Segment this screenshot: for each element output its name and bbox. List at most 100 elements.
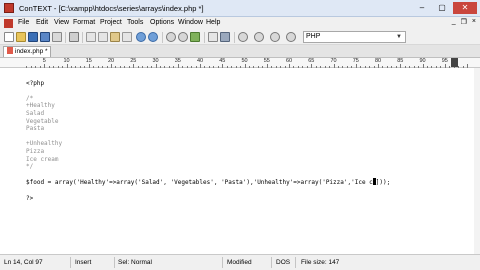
modified-indicator: Modified (227, 259, 252, 266)
ruler-label: 75 (352, 58, 359, 64)
window-title: ConTEXT - [C:\xampp\htdocs\series\arrays… (19, 4, 204, 13)
file-tab-bar: index.php * (0, 45, 480, 58)
toolbar-separator (162, 32, 163, 43)
open-icon[interactable] (16, 32, 26, 42)
run-icon-3[interactable] (270, 32, 280, 42)
toolbar: PHP ▼ (0, 30, 480, 45)
code-line-4: +Healthy (26, 102, 55, 110)
ruler-cursor-marker (450, 58, 458, 67)
highlighter-select[interactable]: PHP ▼ (303, 31, 406, 43)
ruler-label: 30 (152, 58, 159, 64)
code-line-5: Salad (26, 109, 45, 117)
ruler-label: 25 (130, 58, 137, 64)
file-size: File size: 147 (301, 259, 340, 266)
cut-icon[interactable] (86, 32, 96, 42)
code-line-7: Pasta (26, 125, 45, 133)
menu-project[interactable]: Project (100, 19, 122, 26)
paste-icon[interactable] (110, 32, 120, 42)
ruler-scale: 5 10 15 20 25 30 35 40 45 50 55 60 65 70 75 80 85 90 95 (22, 58, 476, 68)
run-icon-2[interactable] (254, 32, 264, 42)
toolbar-separator (204, 32, 205, 43)
menu-window[interactable]: Window (178, 19, 203, 26)
ruler-label: 60 (285, 58, 293, 64)
minimize-window-button[interactable]: – (413, 2, 431, 14)
status-bar: Ln 14, Col 97 Insert Sel: Normal Modifie… (0, 254, 480, 270)
tab-label: index.php * (15, 48, 48, 55)
code-line-11: Ice cream (26, 155, 59, 163)
save-all-icon[interactable] (40, 32, 50, 42)
app-icon[interactable] (4, 3, 14, 13)
ruler-label: 5 (42, 58, 46, 64)
document-icon[interactable] (4, 19, 13, 28)
tab-index-php[interactable]: index.php * (3, 46, 51, 57)
status-separator (114, 257, 115, 268)
status-separator (295, 257, 296, 268)
ruler-label: 40 (196, 58, 204, 64)
code-line-14-tail: ])); (375, 179, 391, 187)
delete-icon[interactable] (122, 32, 132, 42)
status-separator (222, 257, 223, 268)
toolbar-separator (234, 32, 235, 43)
ruler-label: 80 (374, 58, 382, 64)
menu-options[interactable]: Options (150, 19, 174, 26)
new-file-icon[interactable] (4, 32, 14, 42)
replace-icon[interactable] (190, 32, 200, 42)
insert-mode[interactable]: Insert (75, 259, 91, 266)
ruler-label: 85 (397, 58, 404, 64)
undo-icon[interactable] (136, 32, 146, 42)
toolbar-separator (65, 32, 66, 43)
ruler-label: 65 (308, 58, 315, 64)
ruler-label: 35 (174, 58, 181, 64)
code-editor[interactable]: <?php /* +Healthy Salad Vegetable Pasta +Unh… (0, 68, 480, 254)
run-icon-4[interactable] (286, 32, 296, 42)
vertical-scrollbar[interactable] (474, 68, 480, 254)
menu-tools[interactable]: Tools (127, 19, 143, 26)
code-line-1: <?php (26, 79, 45, 87)
find-icon[interactable] (166, 32, 176, 42)
code-line-14-text: $food = array('Healthy'=>array('Salad', … (26, 179, 373, 187)
code-line-14: $food = array('Healthy'=>array('Salad', … (26, 178, 476, 187)
line-ending-format: DOS (276, 259, 291, 266)
copy-icon[interactable] (98, 32, 108, 42)
redo-icon[interactable] (148, 32, 158, 42)
settings-icon[interactable] (220, 32, 230, 42)
menu-format[interactable]: Format (73, 19, 95, 26)
selection-mode[interactable]: Sel: Normal (118, 259, 152, 266)
ruler-label: 15 (85, 58, 92, 64)
code-area[interactable]: <?php /* +Healthy Salad Vegetable Pasta +Unh… (26, 72, 476, 217)
menu-help[interactable]: Help (206, 19, 220, 26)
code-line-12: */ (26, 163, 34, 171)
find-next-icon[interactable] (178, 32, 188, 42)
window-controls: – ▢ ✕ (413, 2, 477, 14)
code-line-16: ?> (26, 194, 34, 202)
print-icon[interactable] (69, 32, 79, 42)
restore-document-button[interactable]: ❐ (461, 18, 467, 26)
menu-view[interactable]: View (54, 19, 69, 26)
ruler-label: 45 (219, 58, 226, 64)
ruler-label: 95 (441, 58, 448, 64)
ruler-label: 90 (419, 58, 426, 64)
menu-edit[interactable]: Edit (36, 19, 48, 26)
status-separator (70, 257, 71, 268)
minimize-document-button[interactable]: _ (452, 18, 456, 26)
word-wrap-icon[interactable] (208, 32, 218, 42)
maximize-window-button[interactable]: ▢ (433, 2, 451, 14)
run-icon-1[interactable] (238, 32, 248, 42)
column-ruler: 5 10 15 20 25 30 35 40 45 50 55 60 65 70 75 80 85 90 95 (0, 58, 480, 68)
highlighter-value: PHP (306, 33, 321, 40)
menu-bar: File Edit View Format Project Tools Opti… (0, 17, 480, 30)
close-file-icon[interactable] (52, 32, 62, 42)
save-icon[interactable] (28, 32, 38, 42)
close-window-button[interactable]: ✕ (453, 2, 477, 14)
ruler-label: 10 (63, 58, 70, 64)
close-document-button[interactable]: × (472, 18, 476, 26)
menu-file[interactable]: File (18, 19, 29, 26)
ruler-label: 70 (330, 58, 337, 64)
code-line-9: +Unhealthy (26, 140, 63, 148)
ruler-label: 50 (241, 58, 248, 64)
code-line-10: Pizza (26, 147, 45, 155)
cursor-position: Ln 14, Col 97 (4, 259, 43, 266)
php-file-icon (7, 47, 13, 54)
